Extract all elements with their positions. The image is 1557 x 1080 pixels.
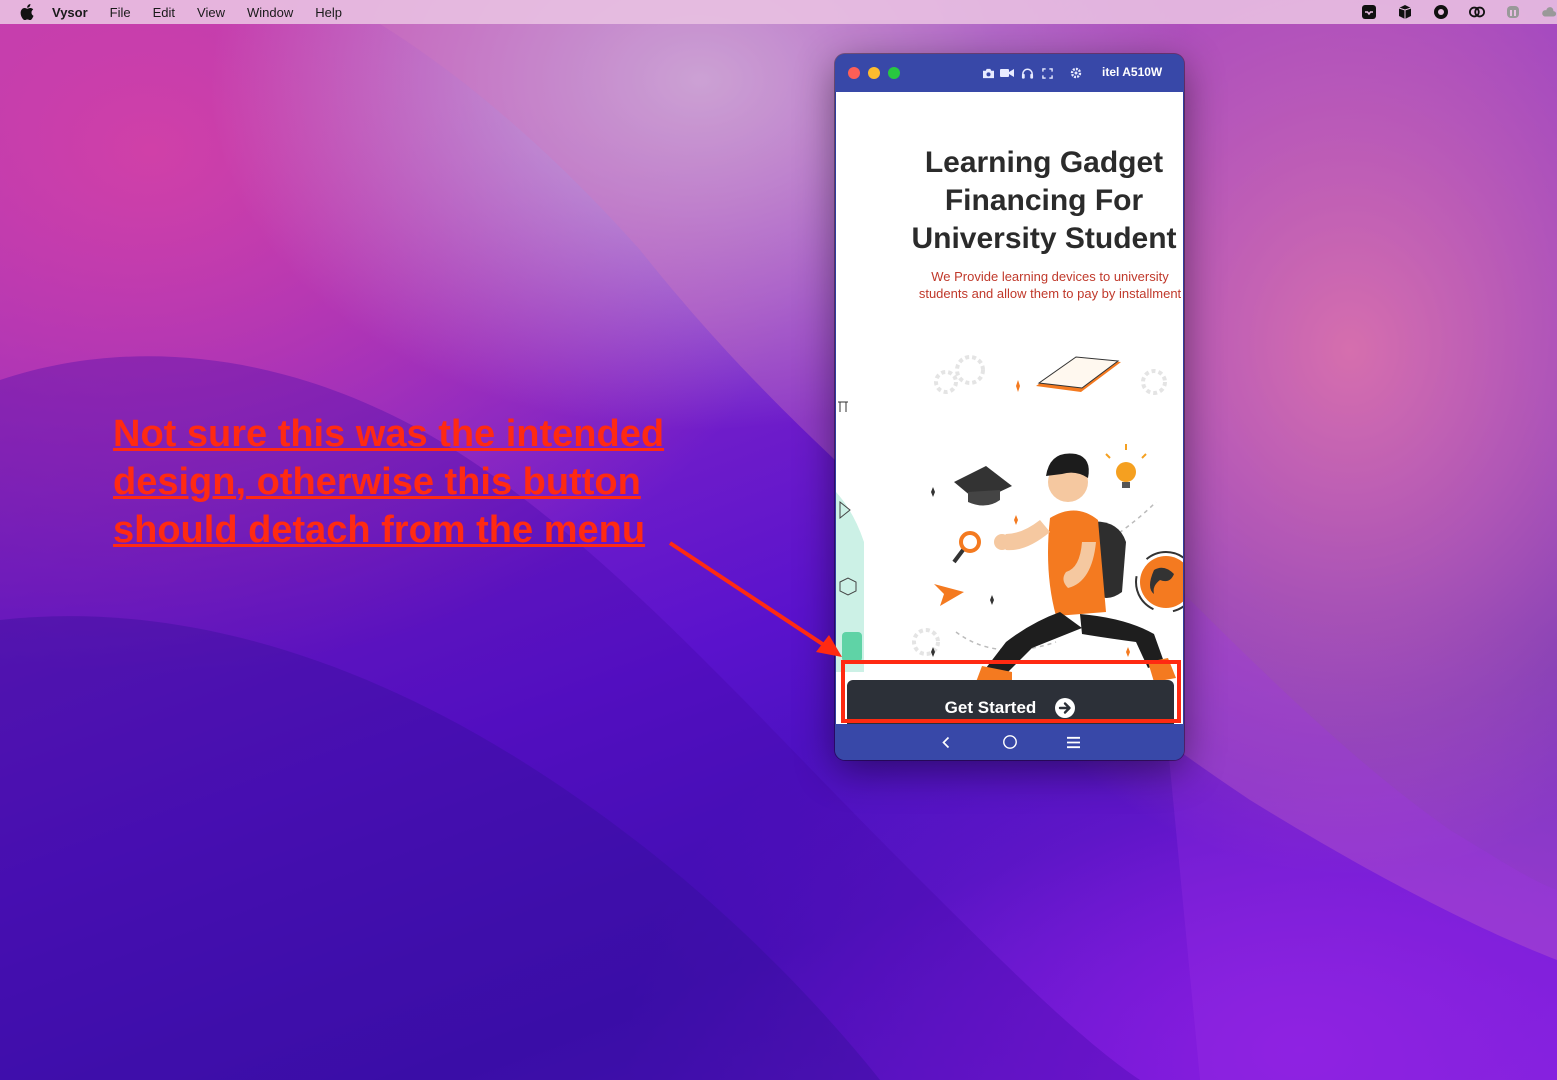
annotation-note: Not sure this was the intended design, o… bbox=[113, 410, 733, 554]
device-name: itel A510W bbox=[1102, 65, 1163, 79]
camera-icon[interactable] bbox=[981, 66, 995, 80]
annotation-line-1: Not sure this was the intended bbox=[113, 413, 665, 455]
minimize-button[interactable] bbox=[868, 67, 880, 79]
annotation-highlight-box bbox=[841, 660, 1181, 723]
menu-bar: Vysor File Edit View Window Help bbox=[0, 0, 1557, 24]
creative-cloud-icon[interactable] bbox=[1469, 4, 1485, 20]
menu-icon[interactable] bbox=[1062, 731, 1084, 753]
title-line-3: University Student bbox=[911, 222, 1177, 255]
video-icon[interactable] bbox=[1000, 66, 1014, 80]
phone-screen: Learning Gadget Financing For University… bbox=[836, 92, 1183, 724]
fullscreen-icon[interactable] bbox=[1040, 66, 1054, 80]
menu-view[interactable]: View bbox=[197, 5, 225, 20]
inbox-icon[interactable] bbox=[1361, 4, 1377, 20]
annotation-arrow bbox=[668, 541, 842, 657]
menu-window[interactable]: Window bbox=[247, 5, 293, 20]
close-button[interactable] bbox=[848, 67, 860, 79]
title-line-1: Learning Gadget bbox=[924, 146, 1164, 179]
pi-symbol bbox=[838, 401, 848, 412]
headphones-icon[interactable] bbox=[1020, 66, 1034, 80]
menu-app-name[interactable]: Vysor bbox=[52, 5, 88, 20]
gear-icon[interactable] bbox=[1069, 66, 1083, 80]
page-title: Learning Gadget Financing For University… bbox=[896, 144, 1183, 258]
annotation-line-3: should detach from the menu bbox=[113, 509, 646, 551]
page-subtitle: We Provide learning devices to universit… bbox=[890, 268, 1183, 302]
bug-icon[interactable] bbox=[1433, 4, 1449, 20]
subtitle-line-2: students and allow them to pay by instal… bbox=[918, 286, 1182, 301]
cloud-icon[interactable] bbox=[1541, 4, 1557, 20]
menu-help[interactable]: Help bbox=[315, 5, 342, 20]
menu-edit[interactable]: Edit bbox=[153, 5, 175, 20]
apple-icon[interactable] bbox=[20, 4, 34, 20]
title-line-2: Financing For bbox=[944, 184, 1144, 217]
android-nav-bar bbox=[835, 724, 1184, 760]
menu-file[interactable]: File bbox=[110, 5, 131, 20]
status-tray bbox=[1361, 0, 1557, 24]
window-titlebar[interactable]: itel A510W bbox=[835, 54, 1184, 92]
student-illustration bbox=[836, 355, 1183, 682]
airpods-icon[interactable] bbox=[1505, 4, 1521, 20]
home-icon[interactable] bbox=[999, 731, 1021, 753]
cube-icon[interactable] bbox=[1397, 4, 1413, 20]
back-icon[interactable] bbox=[935, 731, 957, 753]
vysor-window: itel A510W Learning Gadget Financing For… bbox=[835, 54, 1184, 760]
annotation-line-2: design, otherwise this button bbox=[113, 461, 641, 503]
subtitle-line-1: We Provide learning devices to universit… bbox=[931, 269, 1169, 284]
maximize-button[interactable] bbox=[888, 67, 900, 79]
